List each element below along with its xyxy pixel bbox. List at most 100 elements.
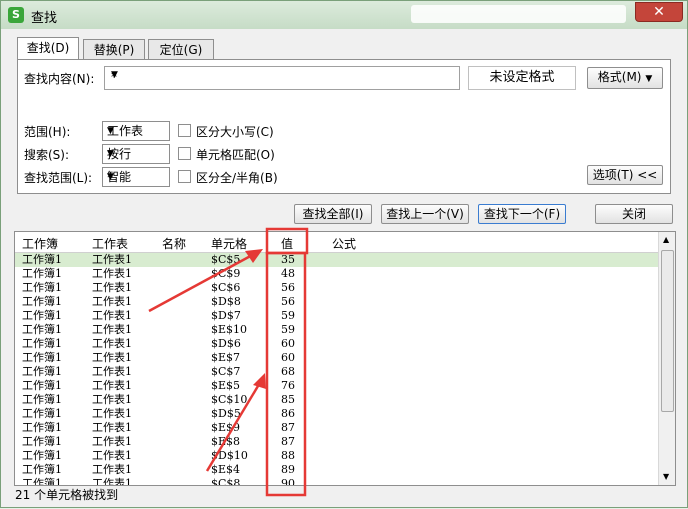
match-case-checkbox[interactable]	[178, 124, 191, 137]
scroll-down-icon[interactable]: ▼	[663, 472, 669, 481]
cell-sheet: 工作表1	[92, 337, 132, 350]
cell-workbook: 工作簿1	[22, 449, 62, 462]
close-window-button[interactable]: ✕	[635, 2, 683, 22]
match-case-label: 区分大小写(C)	[196, 125, 274, 139]
cell-value: 85	[281, 393, 295, 406]
scroll-up-icon[interactable]: ▲	[663, 235, 669, 244]
cell-value: 56	[281, 281, 295, 294]
cell-address: $C$9	[211, 267, 241, 280]
cell-workbook: 工作簿1	[22, 281, 62, 294]
chevron-down-icon: ▼	[645, 74, 653, 84]
column-sheet[interactable]: 工作表	[92, 235, 128, 252]
cell-value: 87	[281, 435, 295, 448]
results-list: 工作簿 工作表 名称 单元格 值 公式 工作簿1 工作表1 $C$5 35 工作簿1 工作…	[14, 231, 676, 486]
cell-workbook: 工作簿1	[22, 337, 62, 350]
cell-sheet: 工作表1	[92, 421, 132, 434]
cell-workbook: 工作簿1	[22, 351, 62, 364]
cell-value: 60	[281, 337, 295, 350]
match-cell-label: 单元格匹配(O)	[196, 148, 275, 162]
table-row[interactable]: 工作簿1 工作表1 $E$5 76	[15, 379, 658, 393]
cell-value: 88	[281, 449, 295, 462]
cell-address: $D$10	[211, 449, 248, 462]
vertical-scrollbar[interactable]: ▲ ▼	[658, 232, 675, 485]
table-row[interactable]: 工作簿1 工作表1 $E$9 87	[15, 421, 658, 435]
column-value[interactable]: 值	[281, 235, 293, 252]
table-row[interactable]: 工作簿1 工作表1 $C$7 68	[15, 365, 658, 379]
table-row[interactable]: 工作簿1 工作表1 $C$10 85	[15, 393, 658, 407]
match-width-checkbox[interactable]	[178, 170, 191, 183]
column-name[interactable]: 名称	[162, 235, 186, 252]
chevron-down-icon: ▼	[107, 126, 114, 136]
tab-replace[interactable]: 替换(P)	[83, 39, 145, 60]
table-row[interactable]: 工作簿1 工作表1 $E$4 89	[15, 463, 658, 477]
table-row[interactable]: 工作簿1 工作表1 $D$10 88	[15, 449, 658, 463]
scope-label: 范围(H):	[24, 125, 71, 139]
cell-workbook: 工作簿1	[22, 393, 62, 406]
cell-sheet: 工作表1	[92, 365, 132, 378]
find-next-button[interactable]: 查找下一个(F)	[478, 204, 566, 224]
find-what-input[interactable]: * ▼	[104, 66, 460, 90]
cell-workbook: 工作簿1	[22, 365, 62, 378]
search-order-select[interactable]: 按行 ▼	[102, 144, 170, 164]
cell-address: $E$7	[211, 351, 241, 364]
search-order-label: 搜索(S):	[24, 148, 70, 162]
column-formula[interactable]: 公式	[332, 235, 356, 252]
table-row[interactable]: 工作簿1 工作表1 $C$5 35	[15, 253, 658, 267]
chevron-down-icon[interactable]: ▼	[111, 70, 455, 80]
cell-value: 87	[281, 421, 295, 434]
table-row[interactable]: 工作簿1 工作表1 $C$8 90	[15, 477, 658, 486]
match-cell-checkbox[interactable]	[178, 147, 191, 160]
cell-address: $C$5	[211, 253, 241, 266]
table-row[interactable]: 工作簿1 工作表1 $E$7 60	[15, 351, 658, 365]
table-row[interactable]: 工作簿1 工作表1 $E$8 87	[15, 435, 658, 449]
cell-address: $C$8	[211, 477, 241, 486]
table-row[interactable]: 工作簿1 工作表1 $D$7 59	[15, 309, 658, 323]
status-text: 21 个单元格被找到	[15, 488, 119, 502]
format-button[interactable]: 格式(M) ▼	[587, 67, 663, 89]
title-bar[interactable]: S 查找 ✕	[1, 1, 687, 29]
cell-sheet: 工作表1	[92, 379, 132, 392]
tab-goto[interactable]: 定位(G)	[148, 39, 214, 60]
cell-workbook: 工作簿1	[22, 267, 62, 280]
table-row[interactable]: 工作簿1 工作表1 $D$6 60	[15, 337, 658, 351]
column-workbook[interactable]: 工作簿	[22, 235, 58, 252]
table-row[interactable]: 工作簿1 工作表1 $C$9 48	[15, 267, 658, 281]
cell-value: 89	[281, 463, 295, 476]
chevron-down-icon: ▼	[107, 172, 114, 182]
cell-workbook: 工作簿1	[22, 379, 62, 392]
cell-value: 35	[281, 253, 295, 266]
cell-sheet: 工作表1	[92, 407, 132, 420]
cell-sheet: 工作表1	[92, 267, 132, 280]
cell-value: 86	[281, 407, 295, 420]
table-row[interactable]: 工作簿1 工作表1 $E$10 59	[15, 323, 658, 337]
cell-sheet: 工作表1	[92, 309, 132, 322]
cell-value: 59	[281, 309, 295, 322]
look-in-select[interactable]: 智能 ▼	[102, 167, 170, 187]
close-button[interactable]: 关闭	[595, 204, 673, 224]
find-what-label: 查找内容(N):	[24, 72, 95, 86]
scrollbar-thumb[interactable]	[661, 250, 674, 412]
table-row[interactable]: 工作簿1 工作表1 $C$6 56	[15, 281, 658, 295]
cell-workbook: 工作簿1	[22, 407, 62, 420]
find-panel: 查找内容(N): * ▼ 未设定格式 格式(M) ▼ 范围(H): 工作表 ▼ …	[17, 59, 671, 194]
cell-value: 76	[281, 379, 295, 392]
cell-value: 48	[281, 267, 295, 280]
cell-workbook: 工作簿1	[22, 421, 62, 434]
format-button-label: 格式(M)	[597, 70, 642, 84]
cell-address: $E$9	[211, 421, 241, 434]
column-cell[interactable]: 单元格	[211, 235, 247, 252]
chevron-down-icon: ▼	[107, 149, 114, 159]
find-all-button[interactable]: 查找全部(I)	[294, 204, 372, 224]
cell-workbook: 工作簿1	[22, 463, 62, 476]
options-toggle-button[interactable]: 选项(T) <<	[587, 165, 663, 185]
scope-select[interactable]: 工作表 ▼	[102, 121, 170, 141]
table-row[interactable]: 工作簿1 工作表1 $D$5 86	[15, 407, 658, 421]
find-previous-button[interactable]: 查找上一个(V)	[381, 204, 469, 224]
app-logo-icon: S	[8, 7, 24, 23]
tab-find[interactable]: 查找(D)	[17, 37, 79, 60]
cell-workbook: 工作簿1	[22, 253, 62, 266]
cell-address: $E$4	[211, 463, 241, 476]
cell-workbook: 工作簿1	[22, 295, 62, 308]
cell-sheet: 工作表1	[92, 295, 132, 308]
table-row[interactable]: 工作簿1 工作表1 $D$8 56	[15, 295, 658, 309]
